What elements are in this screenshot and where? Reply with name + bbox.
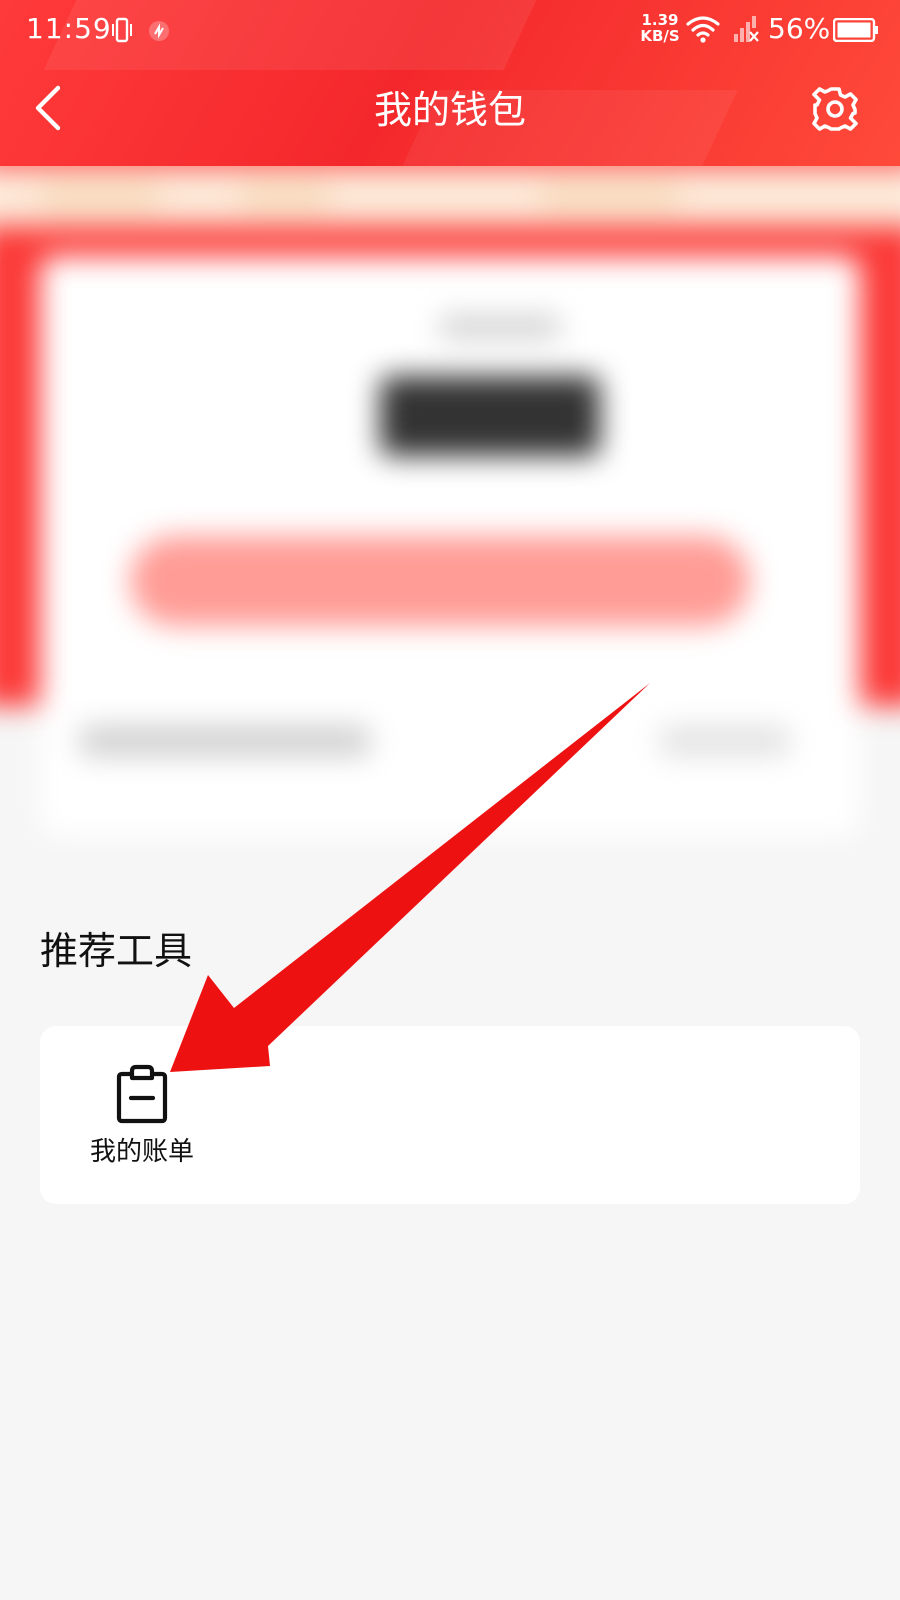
blurred-banner-item (40, 184, 160, 208)
vibrate-icon (112, 17, 132, 43)
blurred-banner-item (540, 184, 680, 208)
blurred-banner-item (240, 184, 330, 208)
wifi-icon (686, 16, 720, 43)
status-time: 11:59 (26, 12, 112, 45)
signal-icon (734, 16, 759, 42)
blurred-row-text (660, 726, 790, 756)
blurred-row-text (80, 726, 370, 756)
blurred-balance-amount (380, 376, 600, 456)
blurred-action-button (130, 536, 750, 626)
tool-label-my-bills: 我的账单 (89, 1137, 194, 1167)
gear-icon[interactable] (812, 86, 858, 132)
battery-icon (833, 18, 878, 42)
blurred-content (0, 166, 900, 886)
tool-item-my-bills[interactable]: 我的账单 (80, 1064, 200, 1184)
wallet-page: 11:59 1.39 KB/S 56% 我的钱包 推荐工具 我的账单 (0, 0, 900, 1600)
battery-percentage: 56% (768, 12, 831, 45)
wallet-balance-section-blurred (0, 166, 900, 886)
network-speed-value: 1.39 (641, 11, 679, 29)
network-speed-unit: KB/S (640, 27, 680, 45)
blurred-banner (0, 166, 900, 226)
clipboard-minus-icon (116, 1064, 168, 1124)
network-speed: 1.39 KB/S (640, 12, 680, 44)
blurred-balance-card (40, 256, 860, 836)
nfc-icon (149, 21, 169, 41)
page-title: 我的钱包 (373, 88, 526, 132)
blurred-balance-label (440, 316, 560, 338)
tools-card: 我的账单 (40, 1026, 860, 1204)
section-title-recommended-tools: 推荐工具 (40, 929, 193, 973)
status-bar: 11:59 1.39 KB/S 56% (0, 0, 900, 62)
